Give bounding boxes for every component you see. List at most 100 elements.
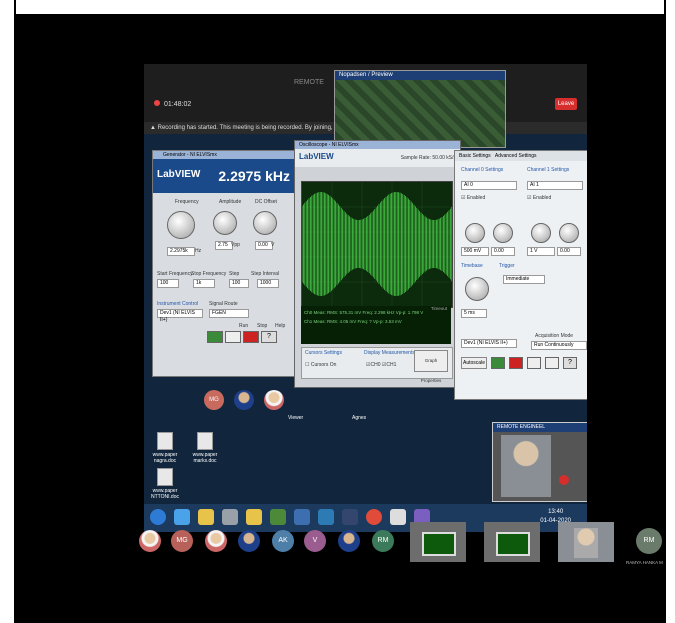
ch1-position-field[interactable]: 0.00 xyxy=(557,247,581,256)
frequency-field[interactable]: 2.2975k xyxy=(167,247,195,256)
scope-run-button[interactable] xyxy=(491,357,505,369)
ch1-enabled[interactable]: ☑ Enabled xyxy=(527,195,551,201)
participant-rm-2[interactable]: RM xyxy=(636,528,662,554)
scope-stop-button[interactable] xyxy=(509,357,523,369)
cursors-on-checkbox[interactable]: ☐ Cursors On xyxy=(305,362,336,368)
leave-button[interactable]: Leave xyxy=(555,98,577,110)
document-icon xyxy=(157,468,173,486)
step-label: Step xyxy=(229,271,240,277)
participant-video-3[interactable] xyxy=(558,522,614,562)
participant-name: RAMYA HANKA M xyxy=(626,560,663,565)
blank-button[interactable] xyxy=(225,331,241,343)
amplitude-knob[interactable] xyxy=(213,211,237,235)
tab-advanced-settings[interactable]: Advanced Settings xyxy=(495,153,537,159)
ch0-scale-knob[interactable] xyxy=(465,223,485,243)
inner-avatar-photo-2 xyxy=(264,390,284,410)
ch0-scale-field[interactable]: 500 mV xyxy=(461,247,489,256)
acquisition-mode-select[interactable]: Run Continuously xyxy=(531,341,587,350)
desktop-file-3[interactable]: www.paper NTTONI.doc xyxy=(148,468,182,500)
frequency-knob[interactable] xyxy=(167,211,195,239)
signal-route-label: Signal Route xyxy=(209,301,238,307)
display-measurements-label: Display Measurements xyxy=(364,350,415,356)
frequency-unit: Hz xyxy=(195,248,202,254)
scope-settings-panel[interactable]: Basic Settings Advanced Settings Channel… xyxy=(454,150,587,400)
ch0-position-field[interactable]: 0.00 xyxy=(491,247,515,256)
meeting-title: REMOTE xyxy=(294,79,324,86)
preview-title: Nopadsen / Preview xyxy=(335,71,505,80)
ch1-position-knob[interactable] xyxy=(559,223,579,243)
participant-rm[interactable]: RM xyxy=(372,530,394,552)
autoscale-button[interactable]: Autoscale xyxy=(461,357,487,369)
ch1-scale-field[interactable]: 1 V xyxy=(527,247,555,256)
end-call-icon[interactable] xyxy=(559,475,569,485)
offset-unit: V xyxy=(271,242,275,248)
preview-window[interactable]: Nopadsen / Preview xyxy=(334,70,506,148)
generator-title: Generator - NI ELVISmx xyxy=(153,151,298,159)
scope-help-button[interactable]: ? xyxy=(563,357,577,369)
participant-avatar-3[interactable] xyxy=(238,530,260,552)
participant-ak[interactable]: AK xyxy=(272,530,294,552)
labview-logo: LabVIEW xyxy=(157,169,201,180)
function-generator-window[interactable]: Generator - NI ELVISmx LabVIEW 2.2975 kH… xyxy=(152,150,299,377)
graph-properties-button[interactable]: Graph Properties xyxy=(414,350,448,383)
amplitude-unit: Vpp xyxy=(231,242,240,248)
meeting-timer: 01:48:02 xyxy=(154,100,191,108)
step-field[interactable]: 100 xyxy=(229,279,249,288)
scope-instrument-select[interactable]: Dev1 (NI ELVIS II+) xyxy=(461,339,517,348)
screen-thumbnail xyxy=(422,532,456,556)
frequency-display: 2.2975 kHz xyxy=(218,168,290,184)
measurement-panel: Ch0 Meas: RMS: 575.31 mV Freq: 2.298 kHz… xyxy=(301,306,451,344)
inner-avatar-photo-1 xyxy=(234,390,254,410)
desktop-file-2[interactable]: www.paper marks.doc xyxy=(188,432,222,464)
timeout-indicator: Timeout xyxy=(430,306,447,311)
signal-route-select[interactable]: FGEN xyxy=(209,309,249,318)
participant-avatar-4[interactable] xyxy=(338,530,360,552)
ch-checkboxes[interactable]: ☑CH0 ☑CH1 xyxy=(366,362,396,368)
scope-banner: LabVIEW Sample Rate: 50.00 kS/s xyxy=(295,149,460,167)
scope-log-button[interactable] xyxy=(545,357,559,369)
participant-mg[interactable]: MG xyxy=(171,530,193,552)
participant-avatar-2[interactable] xyxy=(205,530,227,552)
person-image xyxy=(574,528,598,558)
screen-thumbnail xyxy=(496,532,530,556)
ch1-source-select[interactable]: AI 1 xyxy=(527,181,583,190)
desktop-file-1[interactable]: www.paper nagra.doc xyxy=(148,432,182,464)
trigger-label: Trigger xyxy=(499,263,515,269)
participant-v[interactable]: V xyxy=(304,530,326,552)
trigger-type-select[interactable]: Immediate xyxy=(503,275,545,284)
start-freq-label: Start Frequency xyxy=(157,271,193,277)
tab-basic-settings[interactable]: Basic Settings xyxy=(459,153,491,159)
ch1-scale-knob[interactable] xyxy=(531,223,551,243)
ch0-enabled[interactable]: ☑ Enabled xyxy=(461,195,485,201)
participants-strip: MG AK V RM RM xyxy=(16,520,664,564)
run-label: Run xyxy=(239,323,249,329)
oscilloscope-window[interactable]: Oscilloscope - NI ELVISmx LabVIEW Sample… xyxy=(294,140,461,388)
timebase-knob[interactable] xyxy=(465,277,489,301)
instrument-select[interactable]: Dev1 (NI ELVIS II+) xyxy=(157,309,203,323)
start-freq-field[interactable]: 100 xyxy=(157,279,179,288)
time-div-field[interactable]: 5 ms xyxy=(461,309,487,318)
participant-video-1[interactable] xyxy=(410,522,466,562)
settings-tabs: Basic Settings Advanced Settings xyxy=(455,151,587,161)
waveform-svg xyxy=(301,182,453,307)
waveform-plot[interactable] xyxy=(301,181,453,308)
stop-freq-field[interactable]: 1k xyxy=(193,279,215,288)
record-dot-icon xyxy=(154,100,160,106)
stop-button[interactable] xyxy=(243,331,259,343)
step-interval-label: Step Interval xyxy=(251,271,280,277)
ch0-position-knob[interactable] xyxy=(493,223,513,243)
scope-print-button[interactable] xyxy=(527,357,541,369)
agnes-label: Agnes xyxy=(352,415,367,421)
video-thumbnail[interactable]: REMOTE ENGINEEL xyxy=(492,422,587,502)
generator-banner: LabVIEW 2.2975 kHz xyxy=(153,159,298,193)
document-icon xyxy=(157,432,173,450)
run-button[interactable] xyxy=(207,331,223,343)
offset-knob[interactable] xyxy=(253,211,277,235)
help-label: Help xyxy=(275,323,286,329)
inner-avatar-mg: MG xyxy=(204,390,224,410)
step-interval-field[interactable]: 1000 xyxy=(257,279,279,288)
participant-video-2[interactable] xyxy=(484,522,540,562)
help-button[interactable]: ? xyxy=(261,331,277,343)
ch0-source-select[interactable]: AI 0 xyxy=(461,181,517,190)
participant-avatar-1[interactable] xyxy=(139,530,161,552)
